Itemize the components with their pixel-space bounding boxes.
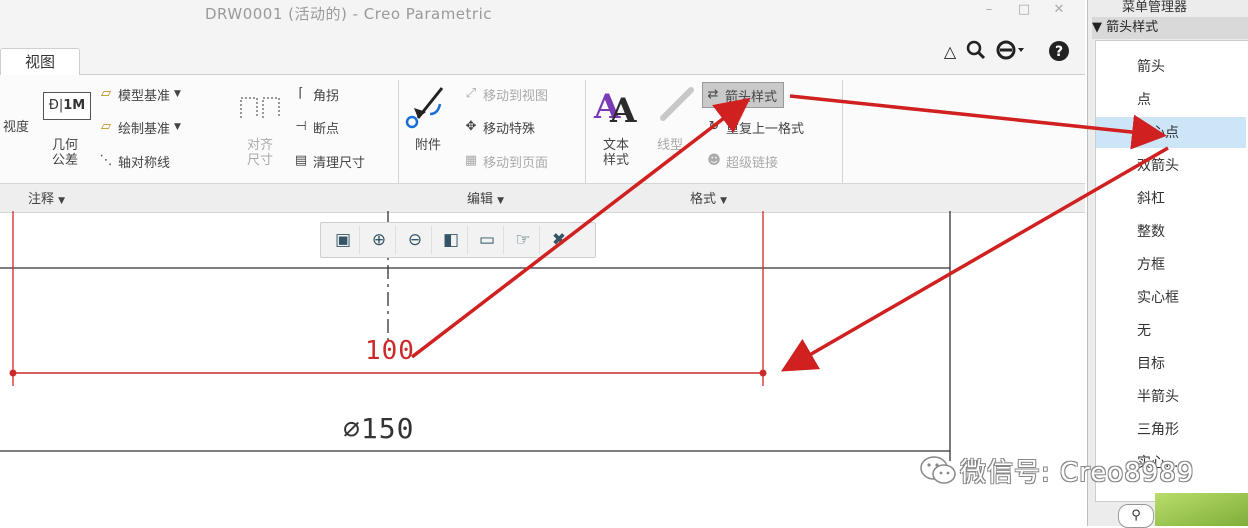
tutorial-arrows-overlay	[410, 94, 1169, 372]
watermark-text: 微信号: Creo8989	[960, 458, 1195, 488]
wechat-logo-icon	[918, 450, 958, 490]
